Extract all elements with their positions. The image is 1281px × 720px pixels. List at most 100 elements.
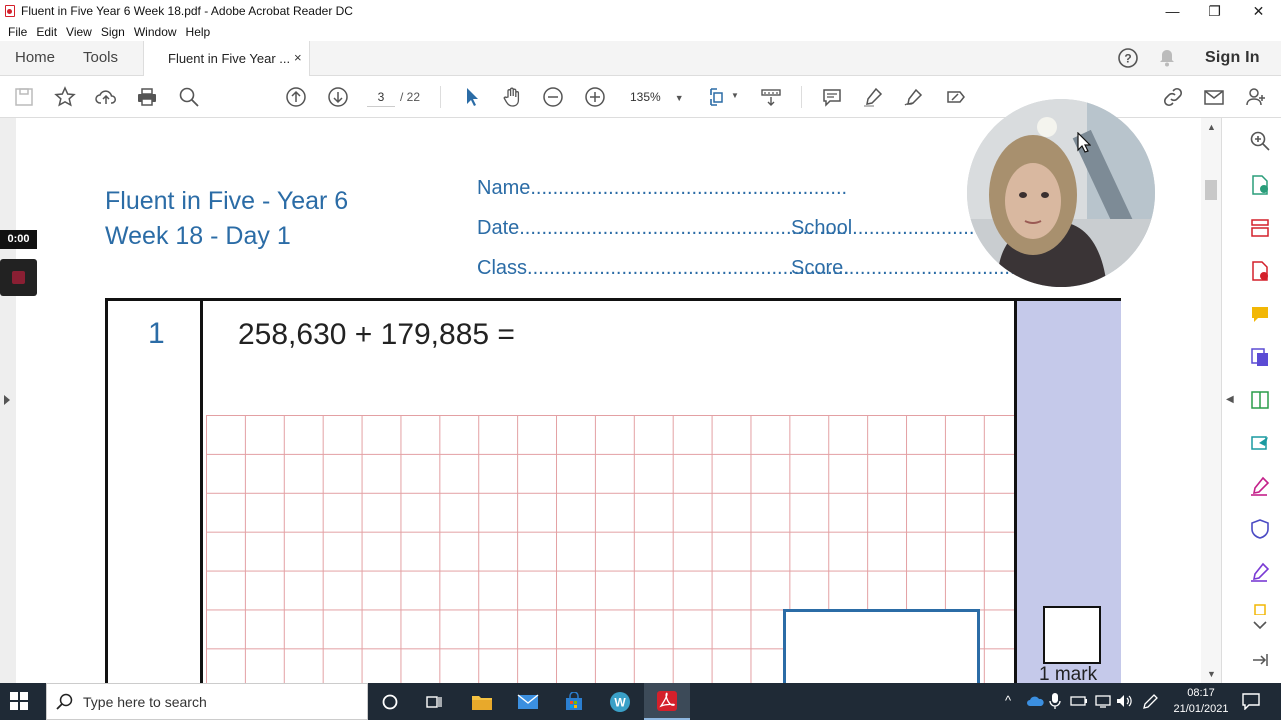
store-icon[interactable] (561, 689, 587, 715)
print-icon[interactable] (135, 85, 159, 109)
window-title: Fluent in Five Year 6 Week 18.pdf - Adob… (21, 4, 353, 18)
name-field: Name....................................… (477, 177, 848, 199)
menu-window[interactable]: Window (134, 25, 177, 39)
send-for-review-icon[interactable] (1249, 432, 1271, 454)
scroll-up-arrow-icon[interactable]: ▲ (1207, 122, 1216, 132)
zoom-search-icon[interactable] (1249, 130, 1271, 152)
start-windows-icon[interactable] (10, 692, 28, 715)
microphone-icon[interactable] (1049, 693, 1061, 709)
worksheet-title-line2: Week 18 - Day 1 (105, 222, 291, 250)
tab-bar: Home Tools Fluent in Five Year ... × ? S… (0, 41, 1281, 76)
volume-icon[interactable] (1116, 694, 1134, 708)
save-icon[interactable] (12, 85, 36, 109)
minimize-button[interactable]: — (1150, 0, 1195, 22)
tab-tools[interactable]: Tools (83, 49, 118, 66)
comment-icon[interactable] (820, 85, 844, 109)
menu-help[interactable]: Help (186, 25, 211, 39)
previous-page-icon[interactable] (284, 85, 308, 109)
upload-cloud-icon[interactable] (94, 85, 118, 109)
collapse-right-panel-icon[interactable] (1249, 650, 1271, 670)
question-text: 258,630 + 179,885 = (238, 318, 515, 351)
tab-document[interactable]: Fluent in Five Year ... × (143, 41, 310, 76)
bookmark-star-icon[interactable] (53, 85, 77, 109)
acrobat-taskbar-icon (657, 691, 677, 711)
fill-and-sign-icon[interactable] (1249, 475, 1271, 497)
search-icon[interactable] (177, 85, 201, 109)
protect-shield-icon[interactable] (1249, 518, 1271, 540)
close-button[interactable]: ✕ (1236, 0, 1281, 22)
more-tools-icon[interactable] (1249, 603, 1271, 615)
zoom-out-icon[interactable] (541, 85, 565, 109)
scroll-mode-icon[interactable] (759, 85, 783, 109)
tab-home[interactable]: Home (15, 49, 55, 66)
draw-icon[interactable] (902, 85, 926, 109)
task-view-icon[interactable] (421, 689, 447, 715)
select-cursor-icon[interactable] (460, 85, 484, 109)
acrobat-window: { "window": {"title": "Fluent in Five Ye… (0, 0, 1281, 720)
file-explorer-icon[interactable] (469, 689, 495, 715)
network-icon[interactable] (1094, 694, 1112, 708)
mark-label: 1 mark (1039, 664, 1098, 683)
clock-time: 08:17 (1187, 687, 1215, 699)
page-number-input[interactable]: 3 (367, 87, 395, 107)
highlight-pen-icon[interactable] (861, 85, 885, 109)
help-icon[interactable]: ? (1117, 47, 1139, 74)
question-box: 1 258,630 + 179,885 = 1 mark (105, 298, 1121, 683)
add-user-icon[interactable] (1244, 85, 1268, 109)
menu-file[interactable]: File (8, 25, 27, 39)
stop-icon (12, 271, 25, 284)
edit-pdf-icon[interactable] (1249, 389, 1271, 411)
export-pdf-icon[interactable] (1249, 174, 1271, 196)
action-center-icon[interactable] (1241, 692, 1261, 710)
search-magnifier-icon (56, 693, 73, 710)
zoom-in-icon[interactable] (583, 85, 607, 109)
battery-power-icon[interactable] (1070, 694, 1088, 708)
recording-timer: 0:00 (0, 230, 37, 249)
notification-bell-icon[interactable] (1157, 48, 1177, 73)
zoom-level-select[interactable]: 135% ▼ (630, 87, 685, 108)
pen-ink-icon[interactable] (1141, 693, 1159, 711)
webex-app-icon[interactable]: W (607, 689, 633, 715)
left-panel-expand-icon[interactable] (4, 395, 10, 405)
maximize-button[interactable]: ❐ (1192, 0, 1237, 22)
share-link-icon[interactable] (1161, 85, 1185, 109)
cortana-icon[interactable] (377, 689, 403, 715)
webcam-overlay[interactable] (967, 99, 1155, 287)
scroll-thumb[interactable] (1205, 180, 1217, 200)
menu-sign[interactable]: Sign (101, 25, 125, 39)
fill-sign-icon[interactable] (944, 85, 968, 109)
collapse-panel-icon[interactable]: ◀ (1226, 394, 1234, 405)
hand-tool-icon[interactable] (500, 85, 524, 109)
mark-box (1043, 606, 1101, 664)
fit-page-icon[interactable] (706, 85, 730, 109)
menu-edit[interactable]: Edit (36, 25, 57, 39)
mail-icon[interactable] (515, 689, 541, 715)
next-page-icon[interactable] (326, 85, 350, 109)
onedrive-icon[interactable] (1026, 695, 1044, 707)
email-icon[interactable] (1202, 85, 1226, 109)
tab-close-icon[interactable]: × (294, 50, 302, 65)
show-hidden-icons-chevron-icon[interactable]: ^ (1005, 693, 1011, 708)
acrobat-app-icon (5, 5, 15, 17)
menu-view[interactable]: View (66, 25, 92, 39)
vertical-scrollbar[interactable]: ▲ ▼ (1201, 118, 1221, 683)
taskbar-search-box[interactable]: Type here to search (46, 683, 368, 720)
acrobat-taskbar-button[interactable] (644, 683, 690, 720)
create-pdf-icon[interactable] (1249, 260, 1271, 282)
windows-taskbar: Type here to search W ^ 08:17 21/01/2021 (0, 683, 1281, 720)
combine-files-icon[interactable] (1249, 346, 1271, 368)
menu-bar: File Edit View Sign Window Help (0, 22, 1281, 41)
fit-chevron-icon[interactable]: ▼ (731, 91, 739, 100)
expand-tools-chevron-icon[interactable] (1249, 618, 1271, 632)
scroll-down-arrow-icon[interactable]: ▼ (1207, 669, 1216, 679)
question-number-column: 1 (108, 301, 203, 683)
comment-tool-icon[interactable] (1249, 303, 1271, 325)
request-signature-icon[interactable] (1249, 561, 1271, 583)
mouse-cursor-icon (1077, 132, 1091, 153)
stop-recording-button[interactable] (0, 259, 37, 296)
organize-pages-icon[interactable] (1249, 217, 1271, 239)
sign-in-button[interactable]: Sign In (1205, 49, 1260, 67)
system-clock[interactable]: 08:17 21/01/2021 (1165, 685, 1237, 717)
worksheet-title: Fluent in Five - Year 6 Week 18 - Day 1 (105, 184, 348, 254)
zoom-level-value: 135% (630, 90, 661, 104)
